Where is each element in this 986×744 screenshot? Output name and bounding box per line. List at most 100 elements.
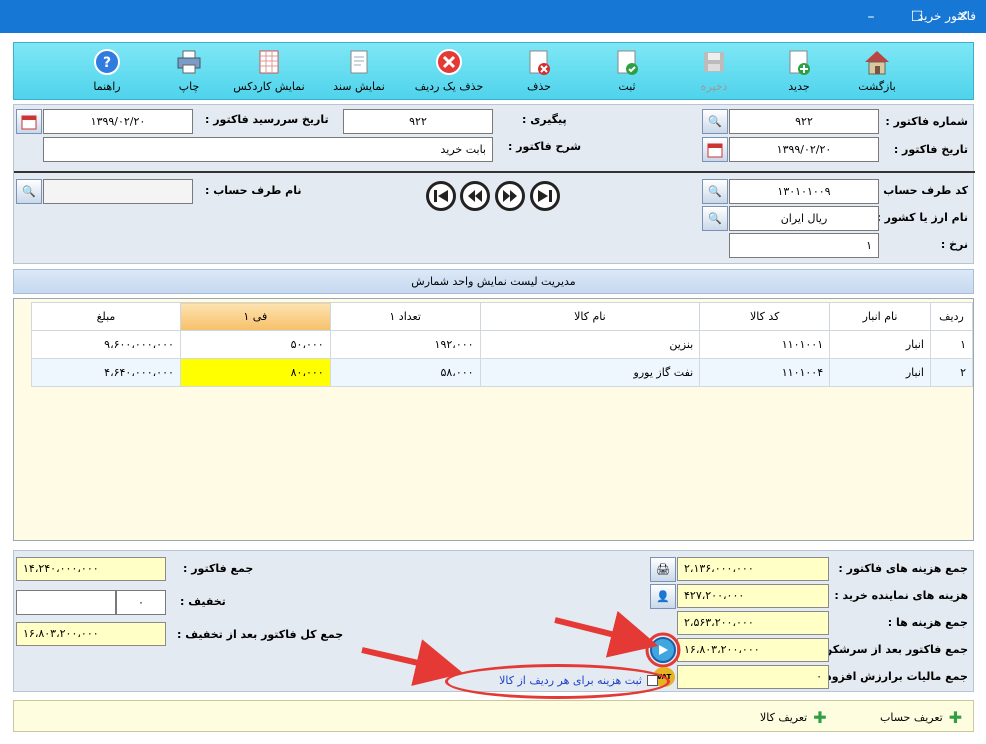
discount-percent-field[interactable] [16, 590, 116, 615]
annotation-arrows [361, 610, 659, 686]
invoice-no-label: شماره فاکتور : [885, 115, 968, 128]
cell-amount[interactable]: ۴،۶۴۰،۰۰۰،۰۰۰ [31, 358, 181, 387]
currency-field[interactable]: ریال ایران [729, 206, 879, 231]
after-overhead-field[interactable]: ۱۶،۸۰۳،۲۰۰،۰۰۰ [677, 638, 829, 662]
invoice-date-field[interactable]: ۱۳۹۹/۰۲/۲۰ [729, 137, 879, 162]
show-document-button[interactable]: نمایش سند [314, 47, 404, 99]
close-button[interactable]: ✕ [940, 0, 986, 33]
next-record-button[interactable] [495, 181, 525, 211]
save-icon [699, 47, 729, 77]
invoice-sum-label: جمع فاکتور : [183, 562, 254, 575]
delete-row-button[interactable]: حذف یک ردیف [404, 47, 494, 99]
title-bar: فاکتور خرید – ☐ ✕ [0, 0, 986, 33]
cell-item-name[interactable]: نفت گاز یورو [479, 358, 701, 387]
next-icon [503, 190, 517, 202]
cell-item-code[interactable]: ۱۱۰۱۰۰۱ [699, 330, 831, 359]
maximize-button[interactable]: ☐ [894, 0, 940, 33]
last-icon [538, 190, 552, 202]
account-name-search-button[interactable]: 🔍 [16, 179, 42, 204]
cell-unit-price[interactable]: ۸۰،۰۰۰ [179, 358, 331, 387]
print-label: چاپ [178, 80, 200, 93]
print-button[interactable]: چاپ [144, 47, 234, 99]
toolbar: بازگشت جدید ذخیره ثبت حذف حذف یک ردیف نم… [13, 42, 974, 100]
cell-warehouse[interactable]: انبار [829, 358, 931, 387]
invoice-costs-field[interactable]: ۲،۱۳۶،۰۰۰،۰۰۰ [677, 557, 829, 581]
cardex-icon [254, 47, 284, 77]
cell-unit-price[interactable]: ۵۰،۰۰۰ [179, 330, 331, 359]
save-label: ذخیره [700, 80, 728, 93]
col-unit-price[interactable]: فی ۱ [179, 302, 331, 331]
due-date-field[interactable]: ۱۳۹۹/۰۲/۲۰ [43, 109, 193, 134]
printer-icon [174, 47, 204, 77]
account-search-button[interactable]: 🔍 [702, 179, 728, 204]
new-button[interactable]: جدید [754, 47, 844, 99]
new-label: جدید [788, 80, 810, 93]
first-icon [434, 190, 448, 202]
define-item-label: تعریف کالا [760, 711, 808, 724]
invoice-costs-button[interactable]: 🖨 [650, 557, 676, 582]
register-button[interactable]: ثبت [582, 47, 672, 99]
followup-label: پیگیری : [522, 113, 567, 126]
previous-record-button[interactable] [460, 181, 490, 211]
due-date-calendar-button[interactable] [16, 109, 42, 134]
invoice-search-button[interactable]: 🔍 [702, 109, 728, 134]
grand-total-field[interactable]: ۱۶،۸۰۳،۲۰۰،۰۰۰ [16, 622, 166, 646]
col-quantity[interactable]: تعداد ۱ [329, 302, 481, 331]
divider [14, 171, 975, 173]
description-field[interactable]: بابت خرید [43, 137, 493, 162]
invoice-date-calendar-button[interactable] [702, 137, 728, 162]
help-icon: ? [92, 47, 122, 77]
account-code-field[interactable]: ۱۳۰۱۰۱۰۰۹ [729, 179, 879, 204]
calendar-icon [21, 115, 37, 129]
define-account-label: تعریف حساب [880, 711, 943, 724]
cell-amount[interactable]: ۹،۶۰۰،۰۰۰،۰۰۰ [31, 330, 181, 359]
invoice-sum-field[interactable]: ۱۴،۲۴۰،۰۰۰،۰۰۰ [16, 557, 166, 581]
account-name-field[interactable] [43, 179, 193, 204]
cell-row[interactable]: ۱ [929, 330, 974, 359]
col-item-name[interactable]: نام کالا [479, 302, 701, 331]
save-button[interactable]: ذخیره [669, 47, 759, 99]
back-button[interactable]: بازگشت [832, 47, 922, 99]
document-icon [344, 47, 374, 77]
calendar-icon [707, 143, 723, 157]
account-code-label: کد طرف حساب : [875, 184, 968, 197]
after-overhead-label: جمع فاکتور بعد از سرشکن : [814, 643, 968, 656]
delete-button[interactable]: حذف [494, 47, 584, 99]
currency-label: نام ارز یا کشور : [876, 211, 968, 224]
agent-costs-button[interactable]: 👤 [650, 584, 676, 609]
followup-field[interactable]: ۹۲۲ [343, 109, 493, 134]
table-row[interactable]: ۴،۶۴۰،۰۰۰،۰۰۰ ۸۰،۰۰۰ ۵۸،۰۰۰ نفت گاز یورو… [31, 358, 974, 387]
total-costs-label: جمع هزینه ها : [887, 616, 968, 629]
col-item-code[interactable]: کد کالا [699, 302, 831, 331]
total-costs-field[interactable]: ۲،۵۶۳،۲۰۰،۰۰۰ [677, 611, 829, 635]
cell-quantity[interactable]: ۵۸،۰۰۰ [329, 358, 481, 387]
search-icon: 🔍 [708, 185, 722, 198]
define-item-link[interactable]: ✚ تعریف کالا [760, 708, 827, 727]
cell-item-name[interactable]: بنزین [479, 330, 701, 359]
items-table: مبلغ فی ۱ تعداد ۱ نام کالا کد کالا نام ا… [31, 302, 974, 387]
show-cardex-label: نمایش کاردکس [233, 80, 305, 93]
currency-search-button[interactable]: 🔍 [702, 206, 728, 231]
help-button[interactable]: ? راهنما [62, 47, 152, 99]
table-row[interactable]: ۹،۶۰۰،۰۰۰،۰۰۰ ۵۰،۰۰۰ ۱۹۲،۰۰۰ بنزین ۱۱۰۱۰… [31, 330, 974, 359]
cell-warehouse[interactable]: انبار [829, 330, 931, 359]
cell-item-code[interactable]: ۱۱۰۱۰۰۴ [699, 358, 831, 387]
first-record-button[interactable] [426, 181, 456, 211]
unit-manager-bar[interactable]: مدیریت لیست نمایش واحد شمارش [13, 269, 974, 294]
last-record-button[interactable] [530, 181, 560, 211]
cell-row[interactable]: ۲ [929, 358, 974, 387]
col-amount[interactable]: مبلغ [31, 302, 181, 331]
col-warehouse[interactable]: نام انبار [829, 302, 931, 331]
cell-quantity[interactable]: ۱۹۲،۰۰۰ [329, 330, 481, 359]
show-cardex-button[interactable]: نمایش کاردکس [224, 47, 314, 99]
invoice-no-field[interactable]: ۹۲۲ [729, 109, 879, 134]
agent-costs-field[interactable]: ۴۲۷،۲۰۰،۰۰۰ [677, 584, 829, 608]
search-icon: 🔍 [708, 212, 722, 225]
define-account-link[interactable]: ✚ تعریف حساب [880, 708, 962, 727]
invoice-costs-label: جمع هزینه های فاکتور : [838, 562, 968, 575]
vat-field[interactable]: ۰ [677, 665, 829, 689]
col-row[interactable]: ردیف [929, 302, 974, 331]
rate-field[interactable]: ۱ [729, 233, 879, 258]
discount-field[interactable]: ۰ [116, 590, 166, 615]
minimize-button[interactable]: – [848, 0, 894, 33]
